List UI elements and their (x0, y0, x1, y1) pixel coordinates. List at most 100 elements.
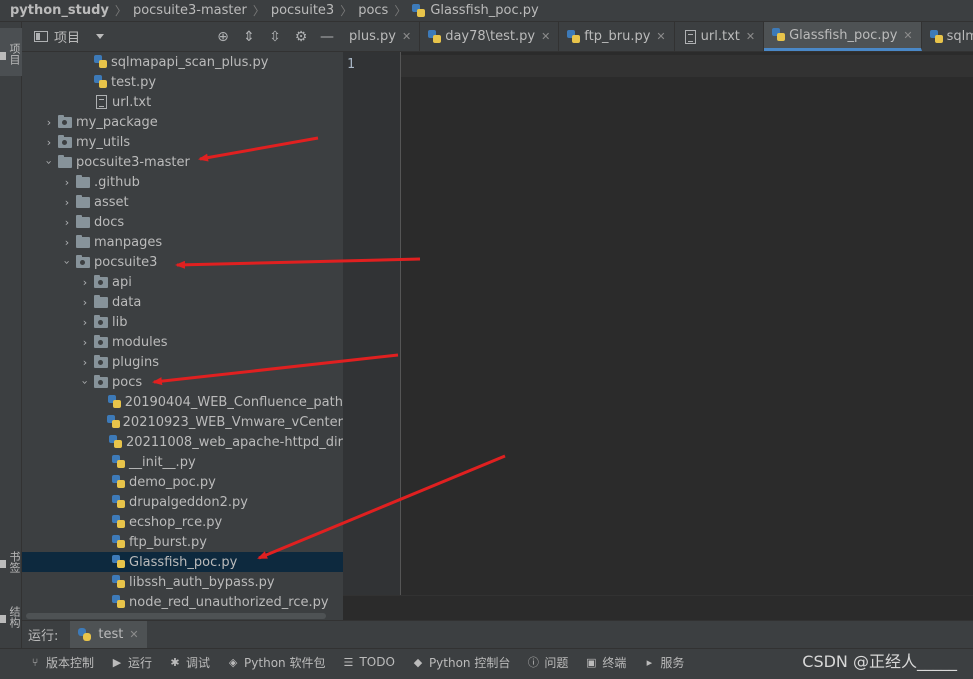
python-file-icon (412, 3, 426, 18)
python-file-icon (112, 495, 126, 509)
chevron-right-icon[interactable]: › (60, 236, 74, 249)
tree-item[interactable]: url.txt (22, 92, 343, 112)
tree-item[interactable]: › my_utils (22, 132, 343, 152)
tree-item[interactable]: › data (22, 292, 343, 312)
tree-item-label: plugins (112, 354, 159, 370)
tree-item-label: my_utils (76, 134, 131, 150)
editor-tab[interactable]: Glassfish_poc.py ✕ (764, 22, 922, 51)
python-file-icon (112, 555, 126, 569)
close-icon[interactable]: ✕ (656, 30, 665, 43)
chevron-right-icon[interactable]: › (78, 316, 92, 329)
breadcrumb-item-glassfish-poc[interactable]: Glassfish_poc.py (412, 3, 539, 18)
run-tab-test[interactable]: test ✕ (70, 620, 147, 649)
close-icon[interactable]: ✕ (402, 30, 411, 43)
bottom-tool-branch[interactable]: ⑂ 版本控制 (28, 654, 94, 671)
folder-icon (76, 174, 90, 188)
project-panel-title[interactable]: 项目 (54, 27, 80, 46)
chevron-down-icon[interactable]: › (43, 155, 56, 169)
bottom-tool-python-console[interactable]: ◆ Python 控制台 (411, 654, 511, 671)
tree-item-label: modules (112, 334, 168, 350)
breadcrumb-item-python-study[interactable]: python_study (10, 3, 109, 18)
tree-item[interactable]: __init__.py (22, 452, 343, 472)
tree-item[interactable]: Glassfish_poc.py (22, 552, 343, 572)
chevron-down-icon[interactable]: › (61, 255, 74, 269)
editor-tab[interactable]: sqlmapa (922, 22, 973, 51)
bookmarks-tool-button[interactable]: 书签 (0, 542, 22, 582)
close-icon[interactable]: ✕ (903, 29, 912, 42)
run-panel-header: 运行: test ✕ (22, 620, 973, 649)
tree-item[interactable]: › docs (22, 212, 343, 232)
bottom-tool-layers[interactable]: ◈ Python 软件包 (226, 654, 326, 671)
chevron-right-icon[interactable]: › (78, 356, 92, 369)
tree-item[interactable]: demo_poc.py (22, 472, 343, 492)
tree-item[interactable]: › plugins (22, 352, 343, 372)
chevron-right-icon[interactable]: › (60, 216, 74, 229)
breadcrumb-item-pocsuite3-master[interactable]: pocsuite3-master (133, 3, 247, 18)
expand-all-icon[interactable]: ⇕ (241, 29, 257, 45)
bottom-tool-label: 运行 (128, 655, 153, 670)
chevron-right-icon[interactable]: › (78, 336, 92, 349)
bottom-tool-services[interactable]: ▸ 服务 (642, 654, 685, 671)
bottom-tool-play[interactable]: ▶ 运行 (110, 654, 152, 671)
chevron-right-icon: 〉 (252, 4, 265, 18)
bottom-tool-bug[interactable]: ✱ 调试 (168, 654, 210, 671)
breadcrumb-item-pocs[interactable]: pocs (358, 3, 388, 18)
project-tool-button[interactable]: 项目 (0, 28, 22, 76)
structure-tool-button[interactable]: 结构 (0, 597, 22, 637)
minimize-icon[interactable]: — (319, 29, 335, 45)
tree-item-label: node_red_unauthorized_rce.py (129, 594, 329, 610)
chevron-down-icon[interactable]: › (79, 375, 92, 389)
tree-item[interactable]: › pocs (22, 372, 343, 392)
tree-item[interactable]: › api (22, 272, 343, 292)
locate-icon[interactable]: ⊕ (215, 29, 231, 45)
tree-item[interactable]: › pocsuite3-master (22, 152, 343, 172)
chevron-right-icon[interactable]: › (42, 116, 56, 129)
tree-item[interactable]: › modules (22, 332, 343, 352)
tree-item[interactable]: › .github (22, 172, 343, 192)
tree-item[interactable]: libssh_auth_bypass.py (22, 572, 343, 592)
chevron-right-icon[interactable]: › (78, 276, 92, 289)
tree-item[interactable]: › pocsuite3 (22, 252, 343, 272)
tree-item[interactable]: drupalgeddon2.py (22, 492, 343, 512)
tree-item[interactable]: node_red_unauthorized_rce.py (22, 592, 343, 612)
collapse-all-icon[interactable]: ⇳ (267, 29, 283, 45)
tree-item[interactable]: 20211008_web_apache-httpd_dir (22, 432, 343, 452)
tree-item[interactable]: › my_package (22, 112, 343, 132)
run-tab-label: test (98, 627, 124, 642)
tree-item[interactable]: ecshop_rce.py (22, 512, 343, 532)
chevron-right-icon[interactable]: › (60, 196, 74, 209)
gear-icon[interactable]: ⚙ (293, 29, 309, 45)
editor-tab[interactable]: plus.py ✕ (343, 22, 421, 51)
tree-item-label: ftp_burst.py (129, 534, 207, 550)
code-editor[interactable]: 1 (343, 52, 973, 595)
tree-item[interactable]: 20190404_WEB_Confluence_path (22, 392, 343, 412)
breadcrumb-item-pocsuite3[interactable]: pocsuite3 (271, 3, 334, 18)
chevron-right-icon[interactable]: › (42, 136, 56, 149)
chevron-right-icon: 〉 (114, 4, 127, 18)
bottom-tool-info[interactable]: ⓘ 问题 (526, 654, 569, 671)
tree-item[interactable]: › lib (22, 312, 343, 332)
chevron-right-icon: 〉 (340, 4, 353, 18)
tree-item[interactable]: sqlmapapi_scan_plus.py (22, 52, 343, 72)
chevron-right-icon[interactable]: › (60, 176, 74, 189)
chevron-down-icon[interactable] (96, 34, 105, 39)
tree-item[interactable]: test.py (22, 72, 343, 92)
chevron-right-icon[interactable]: › (78, 296, 92, 309)
python-file-icon (112, 475, 126, 489)
editor-tab[interactable]: url.txt ✕ (675, 22, 765, 51)
editor-tab[interactable]: ftp_bru.py ✕ (559, 22, 675, 51)
tree-item[interactable]: ftp_burst.py (22, 532, 343, 552)
tree-item-label: api (112, 274, 132, 290)
close-icon[interactable]: ✕ (746, 30, 755, 43)
bookmark-icon (0, 560, 6, 568)
bottom-tool-terminal[interactable]: ▣ 终端 (584, 654, 626, 671)
tree-horizontal-scrollbar[interactable] (22, 612, 343, 620)
tree-item[interactable]: › manpages (22, 232, 343, 252)
tree-item[interactable]: 20210923_WEB_Vmware_vCenter (22, 412, 343, 432)
close-icon[interactable]: ✕ (129, 628, 138, 641)
package-icon (94, 334, 108, 348)
tree-item[interactable]: › asset (22, 192, 343, 212)
bottom-tool-list[interactable]: ☰ TODO (341, 655, 395, 669)
editor-tab[interactable]: day78\test.py ✕ (420, 22, 560, 51)
close-icon[interactable]: ✕ (541, 30, 550, 43)
